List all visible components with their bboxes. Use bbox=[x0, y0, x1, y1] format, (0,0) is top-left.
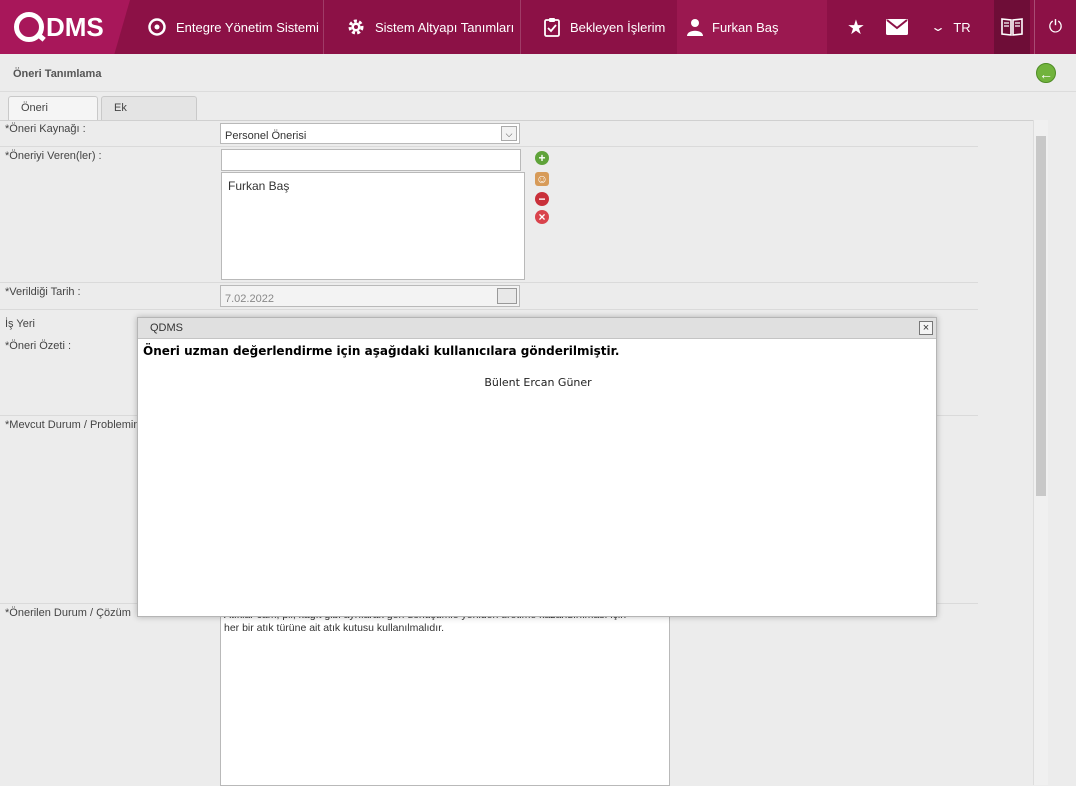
list-item[interactable]: Furkan Baş bbox=[228, 179, 518, 193]
kaynak-value: Personel Önerisi bbox=[225, 130, 307, 142]
nav-bekleyen-islerim[interactable]: Bekleyen İşlerim bbox=[520, 0, 677, 54]
nav-label: Entegre Yönetim Sistemi bbox=[176, 19, 319, 35]
isyeri-label: İş Yeri bbox=[5, 318, 35, 330]
nav-label: Furkan Baş bbox=[712, 19, 779, 35]
calendar-icon[interactable] bbox=[497, 288, 517, 304]
add-user-icon[interactable]: ☺ bbox=[535, 172, 549, 186]
row-divider bbox=[0, 282, 978, 283]
logo-text: DMS bbox=[46, 11, 104, 42]
dialog-message: Öneri uzman değerlendirme için aşağıdaki… bbox=[143, 344, 620, 358]
vertical-scrollbar[interactable] bbox=[1033, 120, 1048, 785]
mevcut-label: *Mevcut Durum / Problemin bbox=[5, 419, 140, 431]
row-divider bbox=[0, 309, 978, 310]
kaynak-label: *Öneri Kaynağı : bbox=[5, 123, 86, 135]
mail-icon[interactable] bbox=[884, 0, 910, 54]
close-icon[interactable]: × bbox=[919, 321, 933, 335]
star-icon[interactable]: ★ bbox=[843, 0, 869, 54]
user-icon bbox=[687, 19, 703, 36]
kaynak-select[interactable]: Personel Önerisi ⌵ bbox=[220, 123, 520, 144]
tab-ek-dosyalar[interactable]: Ek Dosyalar(0) bbox=[101, 96, 197, 136]
recipient-user: Bülent Ercan Güner bbox=[484, 376, 592, 389]
top-navigation-bar: DMS Entegre Yönetim Sistemi Sistem Altya… bbox=[0, 0, 1076, 54]
nav-label: Bekleyen İşlerim bbox=[570, 19, 666, 35]
language-selector[interactable]: ⌄ TR bbox=[926, 0, 978, 54]
nav-user-profile[interactable]: Furkan Baş bbox=[677, 0, 827, 54]
dialog-titlebar: QDMS × bbox=[138, 318, 936, 339]
help-book-icon[interactable] bbox=[994, 0, 1030, 54]
q-logo-icon bbox=[14, 12, 44, 42]
envelope-icon bbox=[886, 19, 908, 35]
qdms-logo[interactable]: DMS bbox=[0, 0, 130, 54]
info-dialog: QDMS × Öneri uzman değerlendirme için aş… bbox=[137, 317, 937, 617]
tarih-label: *Verildiği Tarih : bbox=[5, 286, 81, 298]
delete-icon[interactable]: × bbox=[535, 210, 549, 224]
onerilen-label: *Önerilen Durum / Çözüm bbox=[5, 607, 131, 619]
chevron-down-icon: ⌵ bbox=[501, 126, 517, 141]
nav-label: Sistem Altyapı Tanımları bbox=[375, 19, 515, 35]
ozet-label: *Öneri Özeti : bbox=[5, 340, 72, 352]
language-label: TR bbox=[953, 19, 971, 35]
nav-sistem-altyapi-tanimlari[interactable]: Sistem Altyapı Tanımları bbox=[323, 0, 520, 54]
tarih-value: 7.02.2022 bbox=[225, 293, 274, 305]
page-header: Öneri Tanımlama bbox=[0, 54, 1076, 92]
veren-listbox[interactable]: Furkan Baş bbox=[221, 172, 525, 280]
tab-oneri-bilgileri[interactable]: Öneri Bilgileri bbox=[8, 96, 98, 136]
chevron-down-icon: ⌄ bbox=[930, 20, 947, 34]
gear-icon bbox=[348, 19, 364, 35]
add-icon[interactable]: + bbox=[535, 151, 549, 165]
veren-search-input[interactable] bbox=[221, 149, 521, 171]
dialog-title: QDMS bbox=[150, 322, 183, 334]
nav-entegre-yonetim-sistemi[interactable]: Entegre Yönetim Sistemi bbox=[130, 0, 323, 54]
qdms-circle-icon bbox=[148, 18, 166, 36]
onerilen-textarea[interactable]: Atıklar cam, pil, kağıt gibi ayrılarak g… bbox=[220, 605, 670, 786]
page-title: Öneri Tanımlama bbox=[13, 68, 102, 80]
scrollbar-thumb[interactable] bbox=[1036, 136, 1046, 496]
power-icon[interactable]: ⏻ bbox=[1034, 0, 1076, 54]
clipboard-icon bbox=[544, 18, 560, 37]
remove-icon[interactable]: − bbox=[535, 192, 549, 206]
back-arrow-icon[interactable]: ← bbox=[1036, 63, 1056, 83]
open-book-icon bbox=[1001, 18, 1023, 36]
onerilen-text-line: her bir atık türüne ait atık kutusu kull… bbox=[224, 622, 445, 634]
tarih-input[interactable]: 7.02.2022 bbox=[220, 285, 520, 307]
row-divider bbox=[0, 146, 978, 147]
veren-label: *Öneriyi Veren(ler) : bbox=[5, 150, 102, 162]
